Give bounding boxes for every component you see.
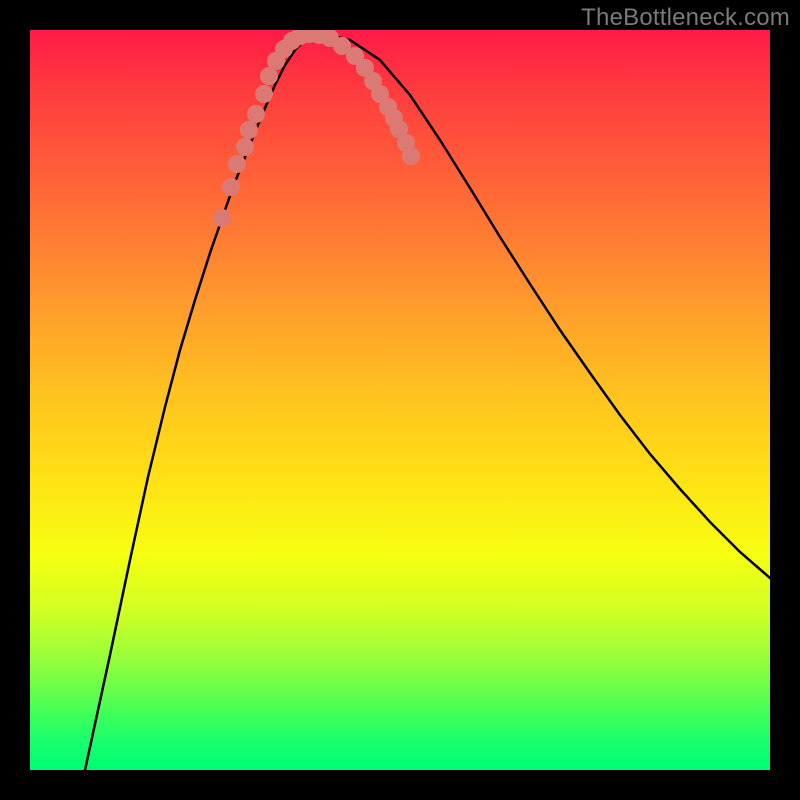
- bottleneck-curve: [85, 34, 770, 770]
- watermark-text: TheBottleneck.com: [581, 4, 790, 32]
- curve-markers: [213, 30, 420, 227]
- curve-marker: [228, 155, 246, 173]
- curve-marker: [240, 121, 258, 139]
- chart-frame: TheBottleneck.com: [0, 0, 800, 800]
- plot-area: [30, 30, 770, 770]
- curve-marker: [236, 138, 254, 156]
- curve-marker: [255, 85, 273, 103]
- curve-marker: [213, 209, 231, 227]
- curve-marker: [222, 178, 240, 196]
- curve-marker: [247, 105, 265, 123]
- curve-marker: [402, 147, 420, 165]
- chart-svg: [30, 30, 770, 770]
